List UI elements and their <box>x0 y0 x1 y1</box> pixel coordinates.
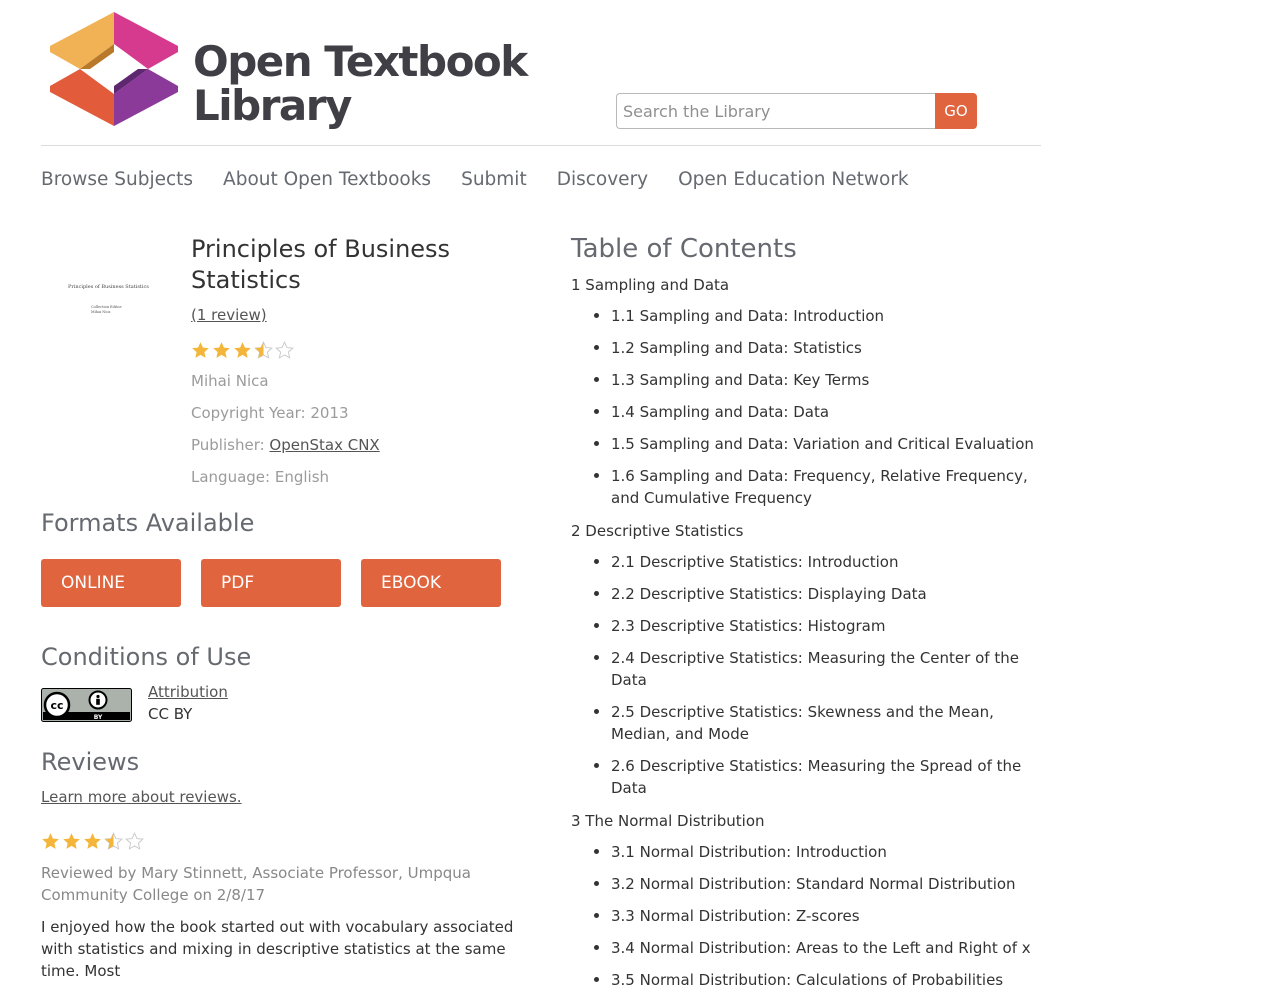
star-icon <box>84 833 101 849</box>
toc-chapter[interactable]: 3 The Normal Distribution <box>571 811 1046 831</box>
cover-title: Principles of Business Statistics <box>68 284 149 290</box>
toc-section-item[interactable]: 1.6 Sampling and Data: Frequency, Relati… <box>594 465 1046 509</box>
star-icon <box>63 833 80 849</box>
book-language: Language: English <box>191 468 330 486</box>
book-publisher: Publisher: OpenStax CNX <box>191 436 380 454</box>
toc-section-item[interactable]: 2.4 Descriptive Statistics: Measuring th… <box>594 647 1046 691</box>
toc-section-item[interactable]: 2.5 Descriptive Statistics: Skewness and… <box>594 701 1046 745</box>
star-icon <box>275 341 294 359</box>
toc-section-item[interactable]: 1.3 Sampling and Data: Key Terms <box>594 369 1046 391</box>
reviewer-info: Reviewed by Mary Stinnett, Associate Pro… <box>41 864 471 904</box>
star-icon <box>42 833 59 849</box>
cc-by-badge-icon[interactable]: cc BY <box>41 688 132 722</box>
toc-section-item[interactable]: 1.2 Sampling and Data: Statistics <box>594 337 1046 359</box>
star-icon <box>104 832 123 850</box>
formats-heading: Formats Available <box>41 509 255 537</box>
book-cover[interactable]: Principles of Business Statistics Collec… <box>48 255 158 335</box>
star-icon <box>192 342 209 358</box>
ebook-button[interactable]: EBOOK <box>361 559 501 607</box>
toc-section-item[interactable]: 3.5 Normal Distribution: Calculations of… <box>594 969 1046 991</box>
nav-submit[interactable]: Submit <box>461 166 527 194</box>
online-button[interactable]: ONLINE <box>41 559 181 607</box>
review-body: I enjoyed how the book started out with … <box>41 918 514 980</box>
book-rating-stars <box>191 341 294 360</box>
nav-about-open-textbooks[interactable]: About Open Textbooks <box>223 166 431 194</box>
book-copyright: Copyright Year: 2013 <box>191 404 349 422</box>
nav-discovery[interactable]: Discovery <box>557 166 648 194</box>
svg-text:BY: BY <box>94 714 103 721</box>
learn-more-reviews-link[interactable]: Learn more about reviews. <box>41 788 242 806</box>
license-name: CC BY <box>148 705 193 723</box>
reviews-heading: Reviews <box>41 748 140 776</box>
toc-section-item[interactable]: 3.4 Normal Distribution: Areas to the Le… <box>594 937 1046 959</box>
logo-icon[interactable] <box>50 12 178 126</box>
nav-browse-subjects[interactable]: Browse Subjects <box>41 166 193 194</box>
svg-text:cc: cc <box>50 699 63 712</box>
toc-section-item[interactable]: 1.5 Sampling and Data: Variation and Cri… <box>594 433 1046 455</box>
nav-open-education-network[interactable]: Open Education Network <box>678 166 909 194</box>
toc-section-item[interactable]: 2.2 Descriptive Statistics: Displaying D… <box>594 583 1046 605</box>
toc-chapter[interactable]: 1 Sampling and Data <box>571 275 1046 295</box>
toc-section-list: 3.1 Normal Distribution: Introduction 3.2… <box>571 841 1046 991</box>
toc-section-item[interactable]: 3.2 Normal Distribution: Standard Normal… <box>594 873 1046 895</box>
toc-section-list: 1.1 Sampling and Data: Introduction 1.2 S… <box>571 305 1046 509</box>
toc-section-item[interactable]: 3.1 Normal Distribution: Introduction <box>594 841 1046 863</box>
toc-section-item[interactable]: 1.4 Sampling and Data: Data <box>594 401 1046 423</box>
star-icon <box>125 832 144 850</box>
star-icon <box>234 342 251 358</box>
toc-section-list: 2.1 Descriptive Statistics: Introduction… <box>571 551 1046 799</box>
license-link[interactable]: Attribution <box>148 683 228 701</box>
toc-heading: Table of Contents <box>571 234 797 264</box>
pdf-button[interactable]: PDF <box>201 559 341 607</box>
star-icon <box>254 341 273 359</box>
toc-chapter[interactable]: 2 Descriptive Statistics <box>571 521 1046 541</box>
publisher-link[interactable]: OpenStax CNX <box>269 436 379 454</box>
toc-section-item[interactable]: 2.6 Descriptive Statistics: Measuring th… <box>594 755 1046 799</box>
site-logo-text[interactable]: Open Textbook Library <box>193 40 528 128</box>
book-author: Mihai Nica <box>191 372 269 390</box>
book-title: Principles of Business Statistics <box>191 235 451 294</box>
star-icon <box>213 342 230 358</box>
main-nav: Browse Subjects About Open Textbooks Sub… <box>41 166 909 194</box>
search-input[interactable] <box>616 93 936 129</box>
toc-section-item[interactable]: 2.3 Descriptive Statistics: Histogram <box>594 615 1046 637</box>
conditions-heading: Conditions of Use <box>41 643 252 671</box>
header-divider <box>41 145 1041 146</box>
review-count-link[interactable]: (1 review) <box>191 306 267 324</box>
toc-section-item[interactable]: 2.1 Descriptive Statistics: Introduction <box>594 551 1046 573</box>
cover-author: Collection Editor: Mihai Nica <box>91 305 123 314</box>
search-go-button[interactable]: GO <box>935 93 977 129</box>
toc-section-item[interactable]: 3.3 Normal Distribution: Z-scores <box>594 905 1046 927</box>
toc-section-item[interactable]: 1.1 Sampling and Data: Introduction <box>594 305 1046 327</box>
review-rating-stars <box>41 832 144 851</box>
table-of-contents: 1 Sampling and Data 1.1 Sampling and Data… <box>571 275 1046 991</box>
